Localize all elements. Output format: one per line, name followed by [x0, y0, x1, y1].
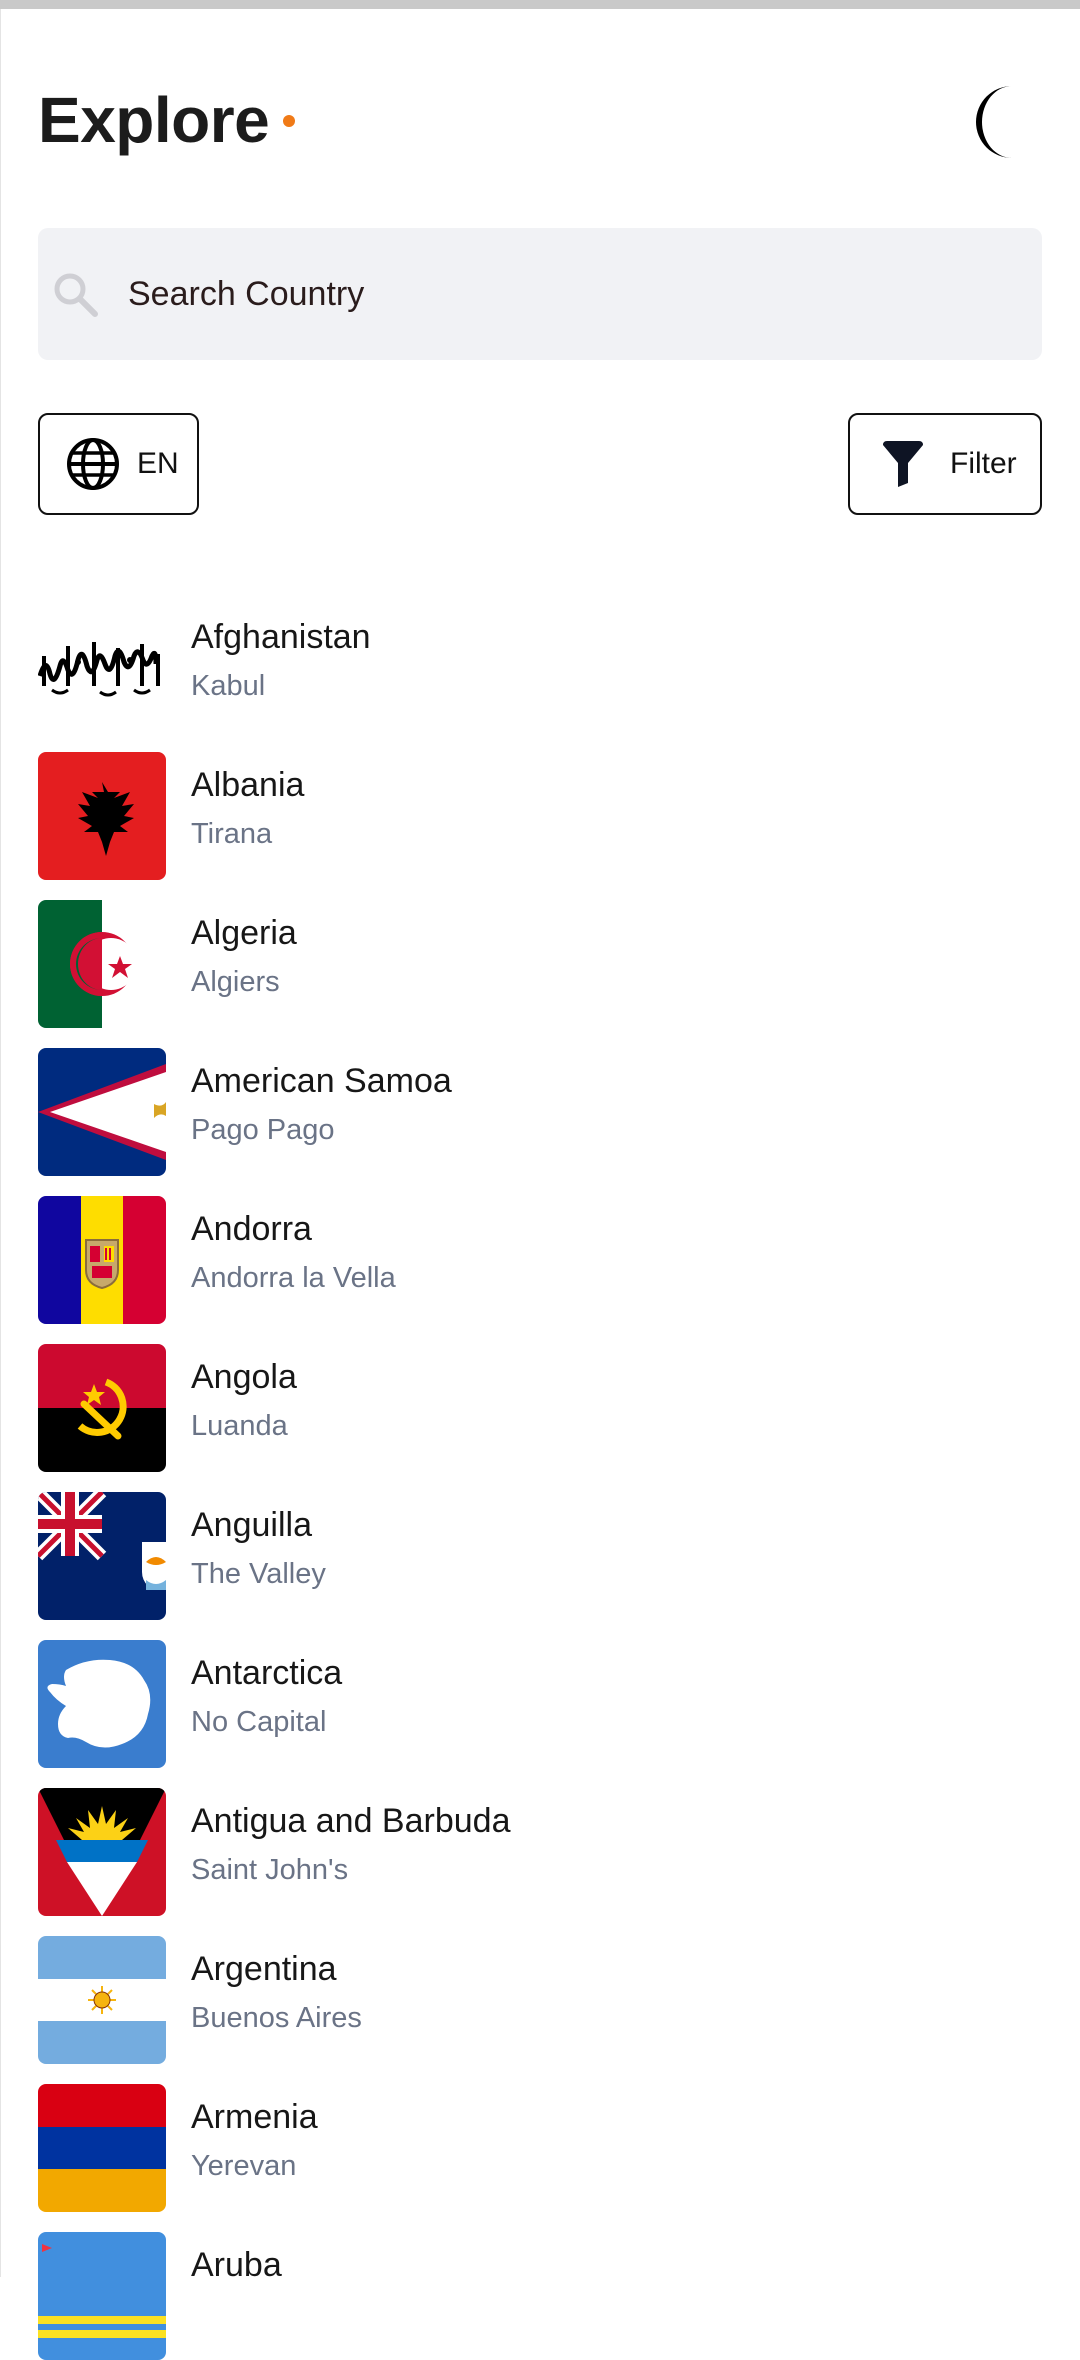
country-capital: Buenos Aires [191, 2002, 362, 2034]
filter-button[interactable]: Filter [848, 413, 1042, 515]
country-name: American Samoa [191, 1062, 452, 1100]
search-placeholder: Search Country [128, 274, 365, 313]
country-capital: The Valley [191, 1558, 326, 1590]
search-input[interactable]: Search Country [38, 228, 1042, 360]
moon-icon [976, 86, 1012, 158]
country-row-antigua-and-barbuda[interactable]: Antigua and Barbuda Saint John's [38, 1788, 1038, 1916]
flag-antigua-and-barbuda [38, 1788, 166, 1916]
country-capital: Saint John's [191, 1854, 349, 1886]
flag-anguilla [38, 1492, 166, 1620]
flag-antarctica [38, 1640, 166, 1768]
country-name: Afghanistan [191, 618, 371, 656]
globe-icon [67, 438, 119, 490]
country-name: Armenia [191, 2098, 318, 2136]
search-icon [54, 273, 98, 317]
top-status-strip [0, 0, 1080, 9]
country-name: Aruba [191, 2246, 282, 2284]
country-name: Angola [191, 1358, 297, 1396]
language-button[interactable]: EN [38, 413, 199, 515]
page-header: Explore [38, 78, 296, 162]
screen-edge [0, 9, 1, 2277]
flag-angola [38, 1344, 166, 1472]
flag-argentina [38, 1936, 166, 2064]
country-capital: Tirana [191, 818, 273, 850]
country-row-armenia[interactable]: Armenia Yerevan [38, 2084, 1038, 2212]
country-name: Argentina [191, 1950, 337, 1988]
country-row-anguilla[interactable]: Anguilla The Valley [38, 1492, 1038, 1620]
country-capital: Kabul [191, 670, 266, 702]
country-name: Anguilla [191, 1506, 312, 1544]
country-row-antarctica[interactable]: Antarctica No Capital [38, 1640, 1038, 1768]
country-capital: Yerevan [191, 2150, 297, 2182]
country-row-afghanistan[interactable]: Afghanistan Kabul [38, 604, 1038, 732]
country-row-american-samoa[interactable]: American Samoa Pago Pago [38, 1048, 1038, 1176]
theme-toggle-button[interactable] [960, 82, 1040, 162]
country-name: Andorra [191, 1210, 312, 1248]
flag-algeria [38, 900, 166, 1028]
funnel-icon [883, 441, 923, 487]
country-name: Antarctica [191, 1654, 343, 1692]
country-capital: Pago Pago [191, 1114, 335, 1146]
country-row-albania[interactable]: Albania Tirana [38, 752, 1038, 880]
flag-aruba [38, 2232, 166, 2360]
flag-american-samoa [38, 1048, 166, 1176]
flag-armenia [38, 2084, 166, 2212]
page-title: Explore [38, 84, 270, 156]
country-name: Algeria [191, 914, 297, 952]
flag-albania [38, 752, 166, 880]
country-capital: Luanda [191, 1410, 288, 1442]
country-row-angola[interactable]: Angola Luanda [38, 1344, 1038, 1472]
country-capital: Algiers [191, 966, 280, 998]
country-capital: Andorra la Vella [191, 1262, 396, 1294]
country-row-algeria[interactable]: Algeria Algiers [38, 900, 1038, 1028]
filter-label: Filter [950, 447, 1017, 480]
country-row-argentina[interactable]: Argentina Buenos Aires [38, 1936, 1038, 2064]
country-capital: No Capital [191, 1706, 327, 1738]
flag-afghanistan [38, 604, 166, 732]
language-label: EN [137, 447, 179, 480]
country-name: Antigua and Barbuda [191, 1802, 511, 1840]
country-name: Albania [191, 766, 305, 804]
accent-dot [283, 115, 296, 127]
country-row-andorra[interactable]: Andorra Andorra la Vella [38, 1196, 1038, 1324]
flag-andorra [38, 1196, 166, 1324]
country-row-aruba[interactable]: Aruba [38, 2232, 1038, 2360]
